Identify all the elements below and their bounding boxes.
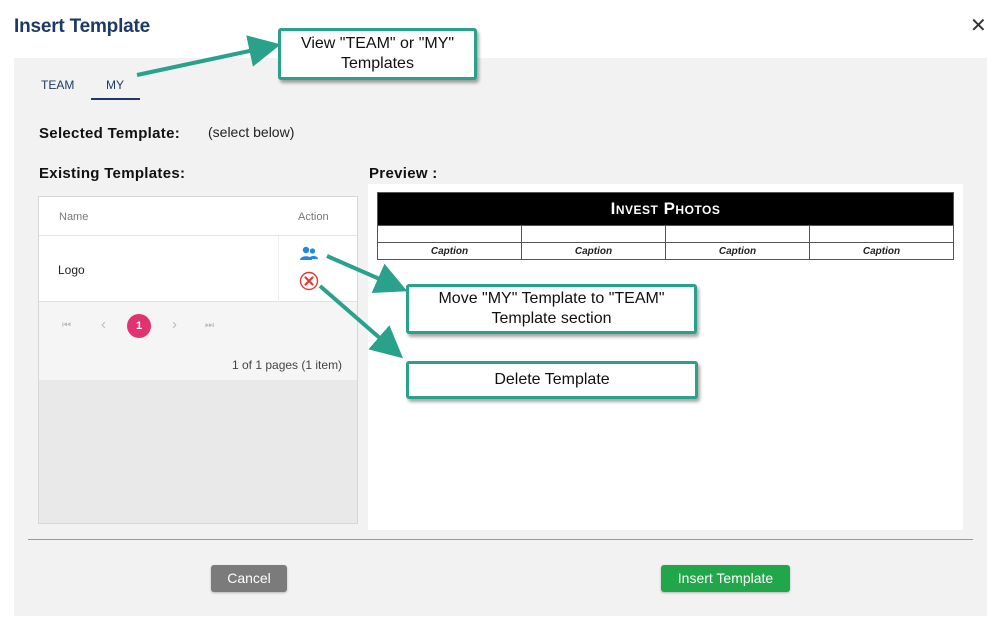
insert-template-button[interactable]: Insert Template — [661, 565, 790, 592]
selected-template-hint: (select below) — [208, 124, 295, 140]
selected-template-label: Selected Template: — [39, 125, 181, 142]
next-page-icon[interactable]: › — [172, 316, 177, 333]
tab-active-indicator — [91, 98, 140, 100]
preview-header: Invest Photos — [377, 192, 954, 226]
column-divider — [278, 236, 279, 302]
preview-caption: Caption — [809, 242, 954, 260]
column-header-action: Action — [298, 211, 329, 223]
first-page-icon[interactable]: ⏮ — [62, 320, 71, 331]
column-header-name: Name — [59, 211, 89, 223]
preview-caption: Caption — [377, 242, 522, 260]
delete-icon[interactable] — [299, 271, 319, 291]
callout-view-templates: View "TEAM" or "MY" Templates — [278, 28, 477, 80]
cancel-button[interactable]: Cancel — [211, 565, 287, 592]
callout-move-template: Move "MY" Template to "TEAM" Template se… — [406, 284, 697, 334]
preview-photo-cell — [809, 225, 954, 243]
footer-divider — [28, 539, 973, 540]
close-icon[interactable]: ✕ — [970, 16, 987, 36]
prev-page-icon[interactable]: ‹ — [101, 316, 106, 333]
move-to-team-icon[interactable] — [299, 246, 319, 262]
callout-delete-template: Delete Template — [406, 361, 698, 399]
existing-templates-label: Existing Templates: — [39, 165, 186, 182]
last-page-icon[interactable]: ⏭ — [205, 320, 214, 331]
preview-caption: Caption — [521, 242, 666, 260]
preview-photo-cell — [665, 225, 810, 243]
template-name[interactable]: Logo — [58, 263, 85, 277]
dialog-title: Insert Template — [14, 16, 151, 37]
tab-team[interactable]: TEAM — [41, 78, 74, 92]
preview-caption: Caption — [665, 242, 810, 260]
pagination-info: 1 of 1 pages (1 item) — [232, 358, 343, 372]
preview-label: Preview : — [369, 165, 438, 182]
tab-my[interactable]: MY — [106, 78, 124, 92]
preview-template-table: Invest Photos Caption Caption Caption Ca… — [377, 192, 954, 260]
preview-photo-cell — [377, 225, 522, 243]
preview-photo-cell — [521, 225, 666, 243]
page-number-current[interactable]: 1 — [127, 314, 151, 338]
